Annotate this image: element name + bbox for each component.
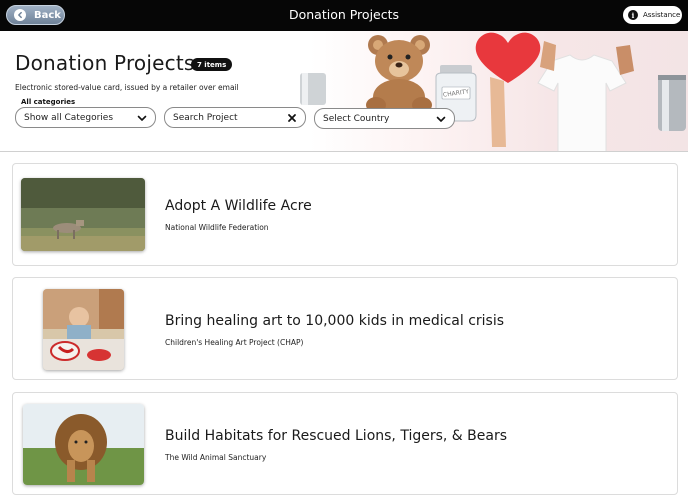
project-image-lion bbox=[23, 404, 144, 485]
hand-icon bbox=[490, 77, 506, 147]
chevron-down-icon bbox=[436, 116, 446, 122]
project-organization: Children's Healing Art Project (CHAP) bbox=[165, 338, 304, 347]
project-card[interactable]: Bring healing art to 10,000 kids in medi… bbox=[12, 277, 678, 380]
category-select[interactable]: Show all Categories bbox=[15, 107, 156, 128]
page-subtitle: Electronic stored-value card, issued by … bbox=[15, 83, 239, 92]
window-title: Donation Projects bbox=[288, 7, 400, 22]
project-organization: National Wildlife Federation bbox=[165, 223, 269, 232]
project-title: Build Habitats for Rescued Lions, Tigers… bbox=[165, 428, 508, 444]
project-card[interactable]: Build Habitats for Rescued Lions, Tigers… bbox=[12, 392, 678, 495]
assistance-label: Assistance bbox=[643, 11, 681, 19]
close-icon[interactable] bbox=[287, 113, 297, 123]
category-label: All categories bbox=[21, 98, 76, 106]
project-card[interactable]: Adopt A Wildlife Acre National Wildlife … bbox=[12, 163, 678, 266]
info-icon: i bbox=[628, 10, 638, 20]
project-image-child bbox=[43, 289, 124, 370]
country-select[interactable]: Select Country bbox=[314, 108, 455, 129]
soda-can-icon bbox=[300, 73, 326, 105]
page-header: CHARITY Donation Projects 7 items Electr… bbox=[0, 31, 688, 152]
country-placeholder: Select Country bbox=[323, 113, 390, 124]
assistance-button[interactable]: i Assistance bbox=[623, 6, 682, 24]
hand-icon bbox=[540, 41, 556, 71]
top-bar: Back Donation Projects i Assistance bbox=[0, 0, 688, 31]
page-title: Donation Projects bbox=[15, 51, 195, 75]
chevron-down-icon bbox=[137, 115, 147, 121]
item-count-badge: 7 items bbox=[191, 58, 233, 71]
project-image-wolf bbox=[21, 178, 145, 251]
hand-icon bbox=[616, 45, 634, 75]
soda-can-icon bbox=[658, 75, 686, 131]
project-organization: The Wild Animal Sanctuary bbox=[165, 453, 267, 462]
teddy-bear-icon bbox=[366, 35, 432, 113]
search-placeholder: Search Project bbox=[173, 112, 238, 123]
search-input[interactable]: Search Project bbox=[164, 107, 306, 128]
project-title: Bring healing art to 10,000 kids in medi… bbox=[165, 313, 505, 329]
project-title: Adopt A Wildlife Acre bbox=[165, 198, 312, 214]
category-value: Show all Categories bbox=[24, 112, 114, 123]
